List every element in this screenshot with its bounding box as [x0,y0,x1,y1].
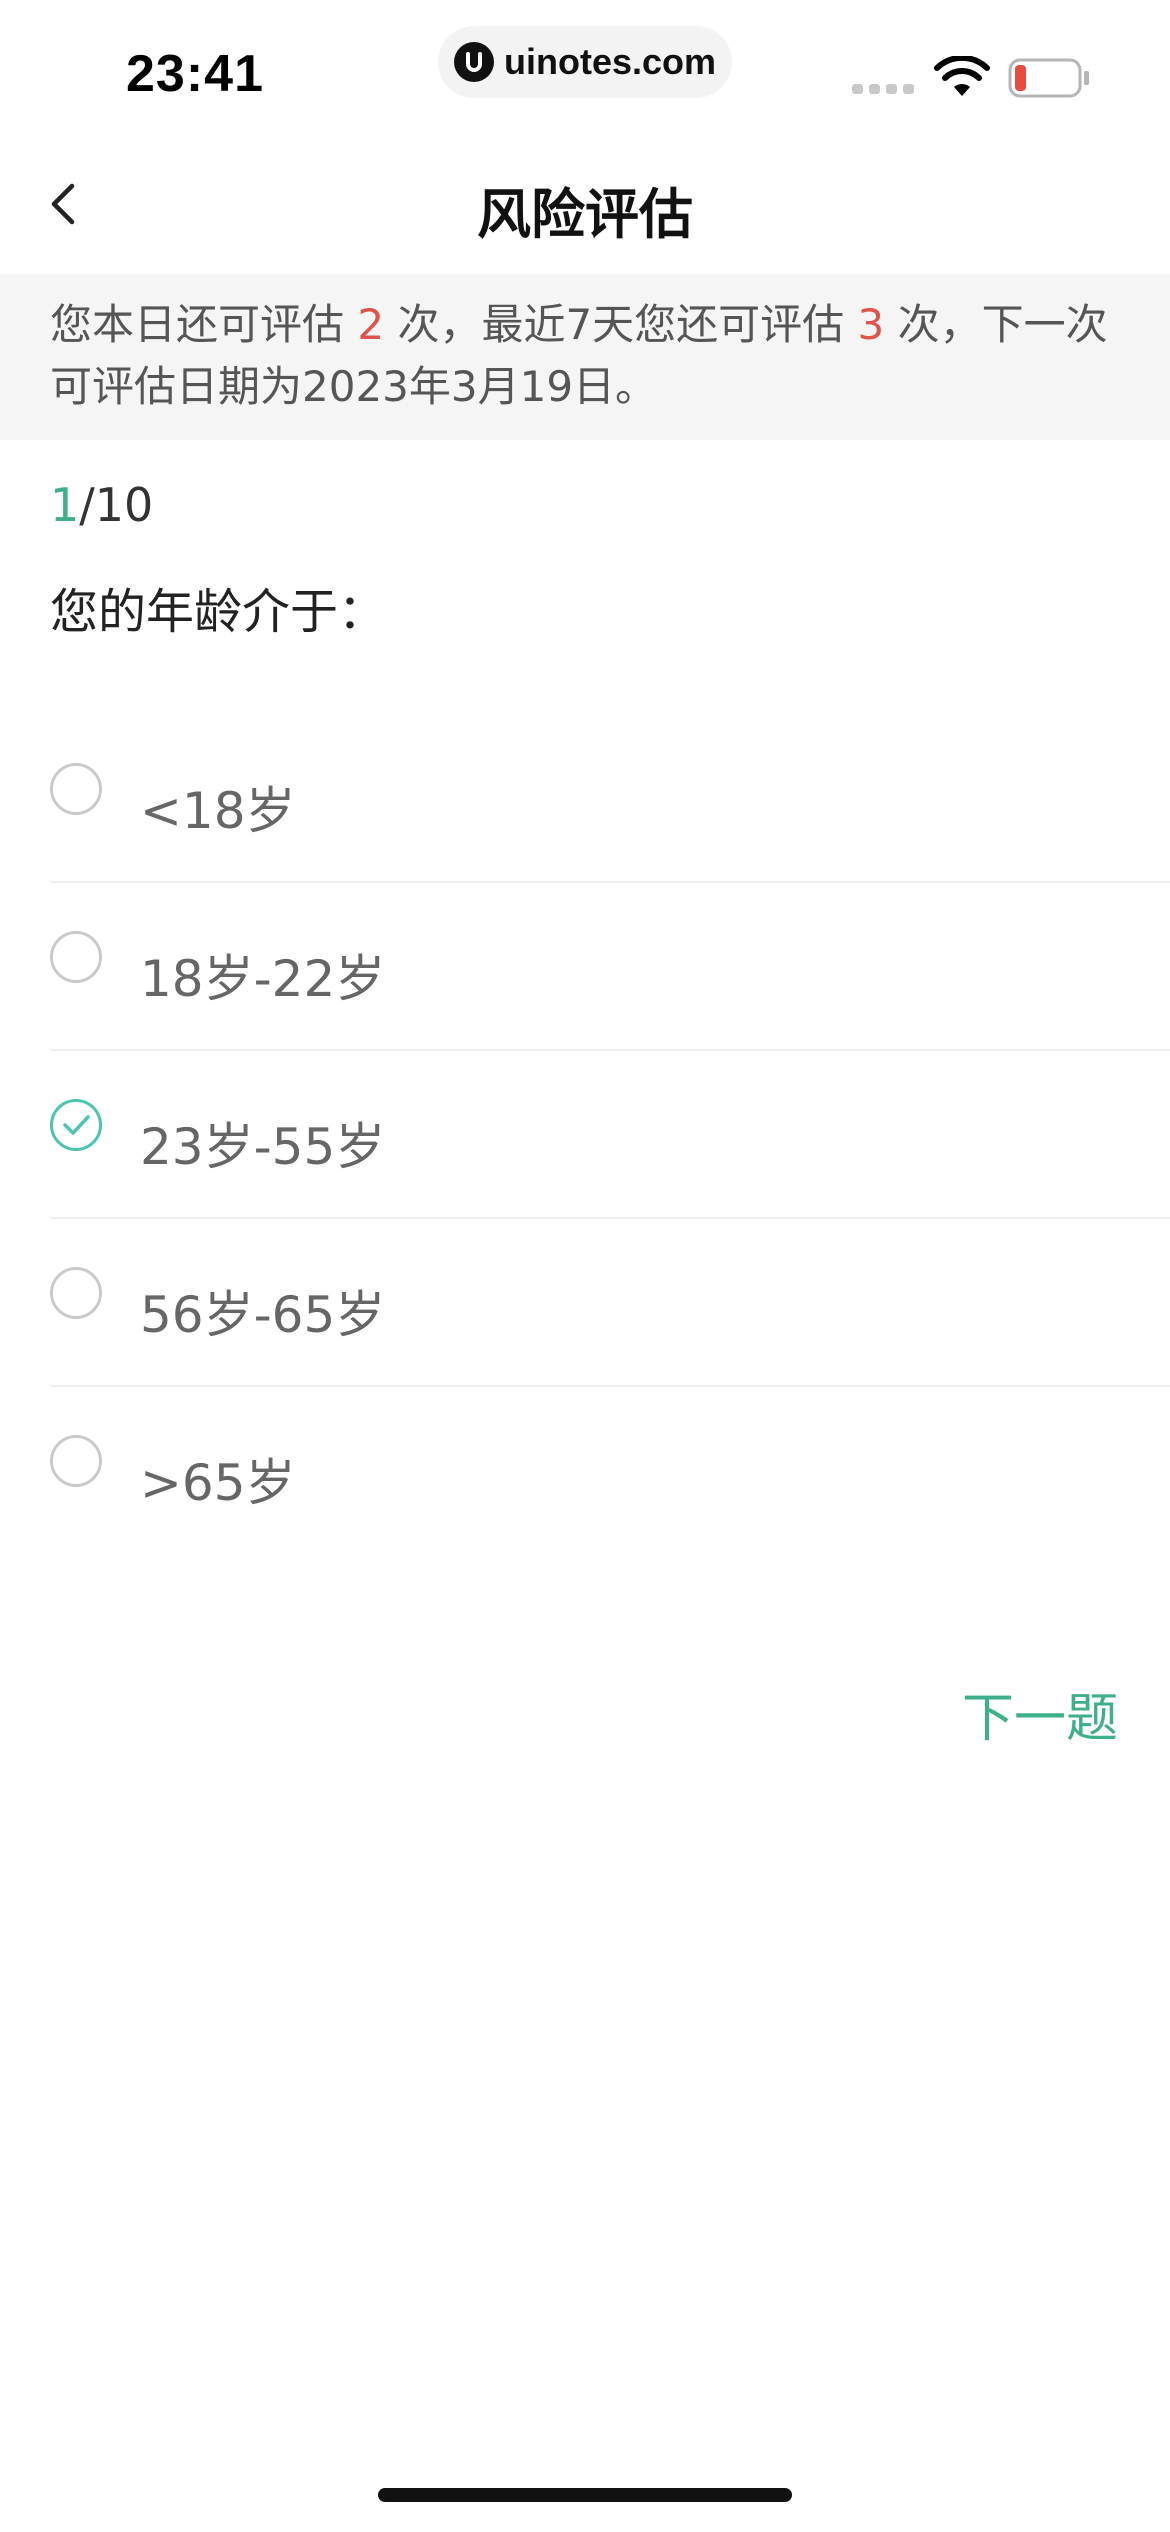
week-remaining-count: 3 [857,300,885,349]
radio-unchecked-icon[interactable] [50,763,102,815]
option-label: 23岁-55岁 [140,1118,386,1176]
current-question-number: 1 [50,478,80,532]
home-indicator[interactable] [378,2488,792,2502]
status-bar: 23:41 uinotes.com [0,0,1170,140]
option-label: <18岁 [140,782,296,840]
next-question-button[interactable]: 下一题 [962,1676,1118,1751]
radio-unchecked-icon[interactable] [50,1435,102,1487]
option-label: 18岁-22岁 [140,950,386,1008]
option-over-65[interactable]: >65岁 [50,1387,1170,1555]
radio-unchecked-icon[interactable] [50,931,102,983]
option-label: 56岁-65岁 [140,1286,386,1344]
wifi-icon [934,56,990,96]
option-56-65[interactable]: 56岁-65岁 [50,1219,1170,1387]
battery-low-icon [1008,58,1089,98]
radio-checked-icon[interactable] [50,1099,102,1151]
nav-bar: 风险评估 [0,140,1170,274]
today-remaining-count: 2 [357,300,385,349]
url-pill[interactable]: uinotes.com [438,26,732,98]
checkmark-icon [63,1115,90,1135]
option-under-18[interactable]: <18岁 [50,715,1170,883]
status-time: 23:41 [126,45,264,103]
option-18-22[interactable]: 18岁-22岁 [50,883,1170,1051]
radio-unchecked-icon[interactable] [50,1267,102,1319]
signal-icon [852,84,914,96]
notice-text: 您本日还可评估 [50,300,358,349]
notice-text: 次，最近7天您还可评估 [384,300,858,349]
url-text: uinotes.com [503,41,717,82]
risk-assessment-screen: 23:41 uinotes.com 风险评估 您本日还可评估 2 次，最近7天您… [0,0,1170,2532]
question-progress: 1/10 [50,478,153,532]
option-23-55[interactable]: 23岁-55岁 [50,1051,1170,1219]
answer-options: <18岁 18岁-22岁 23岁-55岁 56岁-65岁 >65岁 [50,715,1170,1555]
option-label: >65岁 [140,1454,296,1512]
page-title: 风险评估 [477,183,693,246]
site-logo-icon [453,42,494,82]
question-text: 您的年龄介于： [50,584,387,640]
assessment-limit-notice: 您本日还可评估 2 次，最近7天您还可评估 3 次，下一次可评估日期为2023年… [0,274,1170,440]
total-questions: /10 [79,478,154,532]
